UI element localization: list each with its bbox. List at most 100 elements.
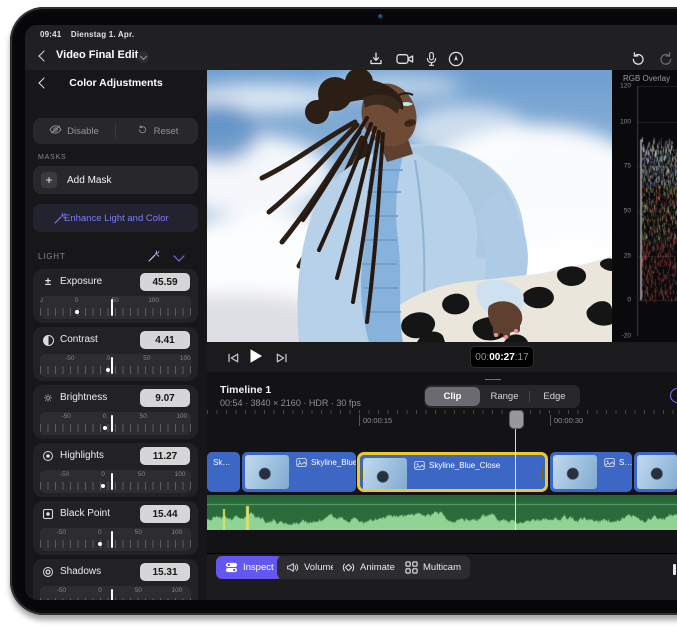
redo-icon[interactable]: [658, 51, 674, 67]
slider-card-contrast: Contrast4.41-50050100: [33, 327, 198, 381]
ruler-tick-label: 0: [103, 413, 107, 420]
marketing-page: 09:41 Dienstag 1. Apr. Video Final Edit …: [0, 0, 677, 626]
trim-handle-right[interactable]: [542, 467, 544, 480]
ruler-time-label: 00:00:15: [359, 415, 392, 426]
timecode-display: 00:00:27:17: [470, 346, 534, 368]
exposure-icon: ±: [42, 276, 54, 288]
play-icon[interactable]: [249, 348, 263, 365]
slider-value[interactable]: 15.44: [140, 505, 190, 523]
auto-enhance-wand-icon[interactable]: [147, 250, 160, 263]
ruler-tick-label: 100: [172, 587, 183, 594]
clip-s-[interactable]: S…: [550, 452, 632, 492]
slider-value[interactable]: 4.41: [140, 331, 190, 349]
slider-ruler[interactable]: -50050100: [40, 412, 191, 435]
slider-row: Black Point15.44: [33, 505, 198, 525]
timeline-name: Timeline 1: [220, 384, 271, 396]
back-icon[interactable]: [38, 50, 49, 61]
undo-icon[interactable]: [630, 51, 646, 67]
ruler-tick-label: 50: [135, 587, 142, 594]
toolbar-button-label: Animate: [360, 562, 395, 573]
app-screen: 09:41 Dienstag 1. Apr. Video Final Edit …: [25, 25, 677, 600]
skip-back-icon[interactable]: [227, 351, 240, 363]
slider-value[interactable]: 15.31: [140, 563, 190, 581]
color-adjustments-panel: Color Adjustments Disable Reset MASKS +: [25, 70, 209, 600]
slider-card-brightness: ☼Brightness9.07-50050100: [33, 385, 198, 439]
enhance-label: Enhance Light and Color: [64, 213, 169, 224]
multicam-button[interactable]: Multicam: [396, 556, 470, 579]
collapse-chevron-icon[interactable]: [173, 250, 184, 261]
origin-dot: [75, 310, 79, 314]
clip-name: Skyline_Blue_Wide: [311, 458, 356, 467]
skip-forward-icon[interactable]: [275, 351, 288, 363]
status-date: Dienstag 1. Apr.: [71, 30, 134, 39]
slider-ruler[interactable]: -50050100: [40, 296, 191, 319]
clip-skyline-blue-wide[interactable]: Skyline_Blue_Wide: [242, 452, 356, 492]
toolbar-button-label: Volume: [304, 562, 336, 573]
slider-ruler[interactable]: -50050100: [40, 528, 191, 551]
inspect-button[interactable]: Inspect: [216, 556, 283, 579]
clip-label: Sk…: [213, 458, 230, 467]
playhead-handle[interactable]: [509, 410, 524, 429]
slider-value[interactable]: 45.59: [140, 273, 190, 291]
clip-sk-[interactable]: Sk…: [207, 452, 240, 492]
ruler-tick-label: 50: [135, 529, 142, 536]
slider-value[interactable]: 11.27: [140, 447, 190, 465]
disable-button[interactable]: Disable: [33, 118, 115, 144]
camera-icon[interactable]: [396, 51, 414, 67]
timeline-ruler[interactable]: 00:00:1500:00:30: [207, 410, 677, 428]
black-point-icon: [42, 508, 54, 520]
mode-clip[interactable]: Clip: [425, 387, 480, 406]
project-dropdown[interactable]: [137, 51, 149, 63]
microphone-icon[interactable]: [425, 51, 438, 67]
slider-label: Shadows: [60, 566, 101, 577]
origin-dot: [106, 368, 110, 372]
ruler-tick-label: -50: [57, 587, 66, 594]
clip-skyline-blue-close[interactable]: Skyline_Blue_Close: [357, 452, 548, 492]
origin-dot: [101, 484, 105, 488]
reset-label: Reset: [154, 126, 179, 137]
slider-label: Highlights: [60, 450, 104, 461]
clip-thumbnail: [245, 455, 289, 489]
panel-header: Color Adjustments: [25, 70, 207, 98]
transport-bar: 00:00:27:17: [207, 342, 677, 373]
video-preview[interactable]: [207, 70, 612, 342]
origin-dot: [98, 542, 102, 546]
slider-ruler[interactable]: -50050100: [40, 354, 191, 377]
timeline-meta: 00:54 · 3840 × 2160 · HDR · 30 fps: [220, 398, 361, 408]
animate-button[interactable]: Animate: [333, 556, 404, 579]
ruler-tick-label: 0: [107, 355, 111, 362]
toolbar-button-label: Multicam: [423, 562, 461, 573]
ruler-tick-label: 100: [171, 529, 182, 536]
slider-row: ±Exposure45.59: [33, 273, 198, 293]
slider-value[interactable]: 9.07: [140, 389, 190, 407]
ruler-tick-label: 0: [98, 529, 102, 536]
disable-label: Disable: [67, 126, 99, 137]
audio-waveform-track[interactable]: [207, 495, 677, 530]
eye-off-icon: [49, 124, 62, 138]
trim-handle-left[interactable]: [361, 467, 363, 480]
slider-ruler[interactable]: -50050100: [40, 470, 191, 493]
slider-card-shadows: Shadows15.31-50050100: [33, 559, 198, 600]
contrast-icon: [42, 334, 54, 346]
import-icon[interactable]: [368, 51, 384, 67]
reset-button[interactable]: Reset: [116, 118, 198, 144]
clock-icon[interactable]: [670, 388, 677, 403]
clip-partial[interactable]: [634, 452, 677, 492]
partial-button-edge: [673, 564, 676, 575]
pencil-icon[interactable]: [448, 51, 464, 67]
ruler-ticks: [40, 366, 191, 374]
scope-waveform: [637, 86, 677, 336]
mode-range[interactable]: Range: [480, 387, 529, 406]
ruler-tick-label: 100: [148, 297, 159, 304]
clip-name: S…: [619, 458, 632, 467]
ruler-tick-label: 100: [176, 413, 187, 420]
project-title[interactable]: Video Final Edit: [56, 49, 138, 61]
ruler-tick-label: 0: [75, 297, 79, 304]
slider-ruler[interactable]: -50050100: [40, 586, 191, 600]
timeline-area: Timeline 1 00:54 · 3840 × 2160 · HDR · 3…: [207, 372, 677, 600]
add-mask-button[interactable]: + Add Mask: [33, 166, 198, 194]
shadows-icon: [42, 566, 54, 578]
value-indicator: [111, 473, 113, 490]
mode-edge[interactable]: Edge: [530, 387, 579, 406]
enhance-light-color-button[interactable]: Enhance Light and Color: [33, 204, 198, 232]
